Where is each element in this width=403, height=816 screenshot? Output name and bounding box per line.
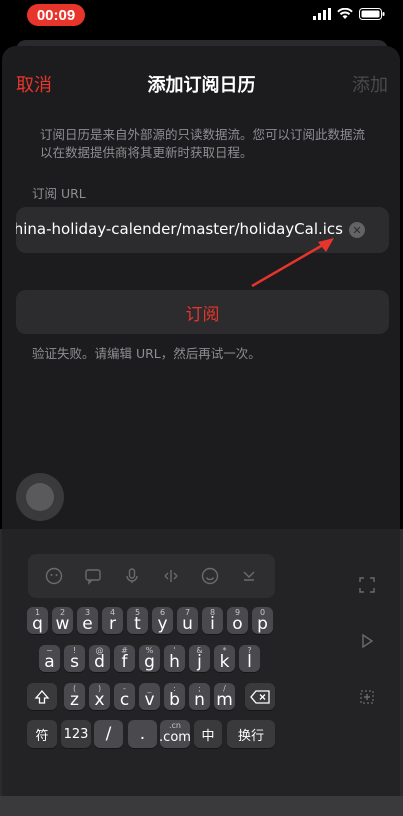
cellular-signal-icon (313, 8, 331, 20)
key-w[interactable]: 2w (52, 607, 73, 634)
add-button[interactable]: 添加 (352, 71, 388, 97)
key-j[interactable]: & j (189, 645, 210, 672)
key-e[interactable]: 3e (77, 607, 98, 634)
key-p[interactable]: 0p (252, 607, 273, 634)
battery-icon (359, 8, 385, 20)
key-k[interactable]: * k (214, 645, 235, 672)
url-label: 订阅 URL (32, 186, 86, 201)
key-q-secondary-label: 1 (34, 608, 41, 617)
shift-key[interactable] (27, 683, 57, 710)
dot-key-label: . (139, 724, 146, 744)
key-j-secondary-label: & (196, 646, 203, 655)
return-key[interactable]: 换行 (227, 720, 275, 748)
key-t-secondary-label: 5 (134, 608, 141, 617)
chinese-key[interactable]: 中 (194, 720, 222, 748)
key-i[interactable]: 8i (202, 607, 223, 634)
clear-icon[interactable]: ✕ (349, 222, 365, 238)
key-a[interactable]: ~ a (39, 645, 60, 672)
key-p-secondary-label: 0 (259, 608, 266, 617)
key-f-secondary-label: # (121, 646, 128, 655)
key-b-secondary-label: : (173, 684, 176, 693)
crop-select-icon[interactable] (350, 680, 384, 714)
message-icon[interactable] (82, 565, 104, 587)
number-key-label: 123 (63, 726, 89, 742)
backspace-key[interactable] (245, 683, 275, 710)
key-m-secondary-label: / (223, 684, 226, 693)
description-text: 订阅日历是来自外部源的只读数据流。您可以订阅此数据流以在数据提供商将其更新时获取… (40, 127, 366, 160)
backspace-icon (250, 689, 270, 704)
key-v-secondary-label: _ (147, 684, 152, 693)
key-x-secondary-label: ) (97, 684, 102, 693)
key-x[interactable]: ) x (89, 683, 110, 710)
status-time: 00:09 (27, 4, 85, 26)
error-message: 验证失败。请编辑 URL，然后再试一次。 (32, 346, 261, 361)
key-r-secondary-label: 4 (109, 608, 116, 617)
expand-icon[interactable] (350, 568, 384, 602)
key-c-secondary-label: - (123, 684, 126, 693)
symbol-key-label: 符 (35, 728, 49, 744)
subscribe-button[interactable]: 订阅 (16, 290, 389, 334)
key-v[interactable]: _ v (139, 683, 160, 710)
key-n-secondary-label: ; (198, 684, 201, 693)
key-z[interactable]: (z (64, 683, 85, 710)
key-a-secondary-label: ~ (46, 646, 53, 655)
key-n[interactable]: ; n (189, 683, 210, 710)
slash-key-label: / (105, 724, 112, 744)
key-k-secondary-label: * (222, 646, 227, 655)
emoji-face-icon[interactable] (43, 565, 65, 587)
microphone-icon[interactable] (121, 565, 143, 587)
collapse-keyboard-icon[interactable] (238, 565, 260, 587)
key-s-secondary-label: ! (72, 646, 77, 655)
slash-key[interactable]: / (94, 720, 123, 748)
smiley-icon[interactable] (199, 565, 221, 587)
key-d[interactable]: @ d (89, 645, 110, 672)
key-c[interactable]: -c (114, 683, 135, 710)
key-t[interactable]: 5t (127, 607, 148, 634)
dot-com-key-label: .com (159, 729, 191, 745)
key-u-secondary-label: 7 (184, 608, 191, 617)
key-y-secondary-label: 6 (159, 608, 166, 617)
key-w-secondary-label: 2 (59, 608, 66, 617)
key-g-secondary-label: % (145, 646, 154, 655)
key-o-secondary-label: 9 (234, 608, 241, 617)
key-i-secondary-label: 8 (209, 608, 216, 617)
cursor-move-icon[interactable] (160, 565, 182, 587)
number-key[interactable]: 123 (61, 720, 91, 748)
key-g[interactable]: % g (139, 645, 160, 672)
play-icon[interactable] (350, 624, 384, 658)
status-icons (313, 8, 385, 20)
page-title: 添加订阅日历 (147, 75, 256, 96)
key-s[interactable]: ! s (64, 645, 85, 672)
return-key-label: 换行 (237, 728, 264, 744)
status-bar: 00:09 (0, 0, 403, 40)
bottom-bar (0, 796, 403, 816)
key-l[interactable]: ? l (239, 645, 260, 672)
wifi-icon (337, 8, 353, 19)
assistive-touch-button[interactable] (16, 473, 64, 521)
chinese-key-label: 中 (201, 728, 215, 744)
shift-icon (34, 689, 50, 704)
dot-com-key-secondary-label: .cn (168, 721, 181, 730)
key-q[interactable]: 1q (27, 607, 48, 634)
key-h-secondary-label: ' (173, 646, 176, 655)
key-d-secondary-label: @ (95, 646, 104, 655)
keyboard-toolbar (28, 554, 275, 598)
key-z-secondary-label: ( (72, 684, 77, 693)
key-y[interactable]: 6y (152, 607, 173, 634)
symbol-key[interactable]: 符 (27, 720, 57, 748)
key-o[interactable]: 9o (227, 607, 248, 634)
dot-com-key[interactable]: .cn .com (159, 720, 191, 748)
key-f[interactable]: # f (114, 645, 135, 672)
nav-bar: 取消 添加订阅日历 添加 (0, 62, 403, 102)
key-u[interactable]: 7u (177, 607, 198, 634)
key-l-secondary-label: ? (247, 646, 252, 655)
red-arrow-annotation (251, 238, 334, 288)
key-r[interactable]: 4r (102, 607, 123, 634)
key-h[interactable]: ' h (164, 645, 185, 672)
key-b[interactable]: :b (164, 683, 185, 710)
dot-key[interactable]: . (128, 720, 157, 748)
key-m[interactable]: / m (214, 683, 235, 710)
key-e-secondary-label: 3 (84, 608, 91, 617)
